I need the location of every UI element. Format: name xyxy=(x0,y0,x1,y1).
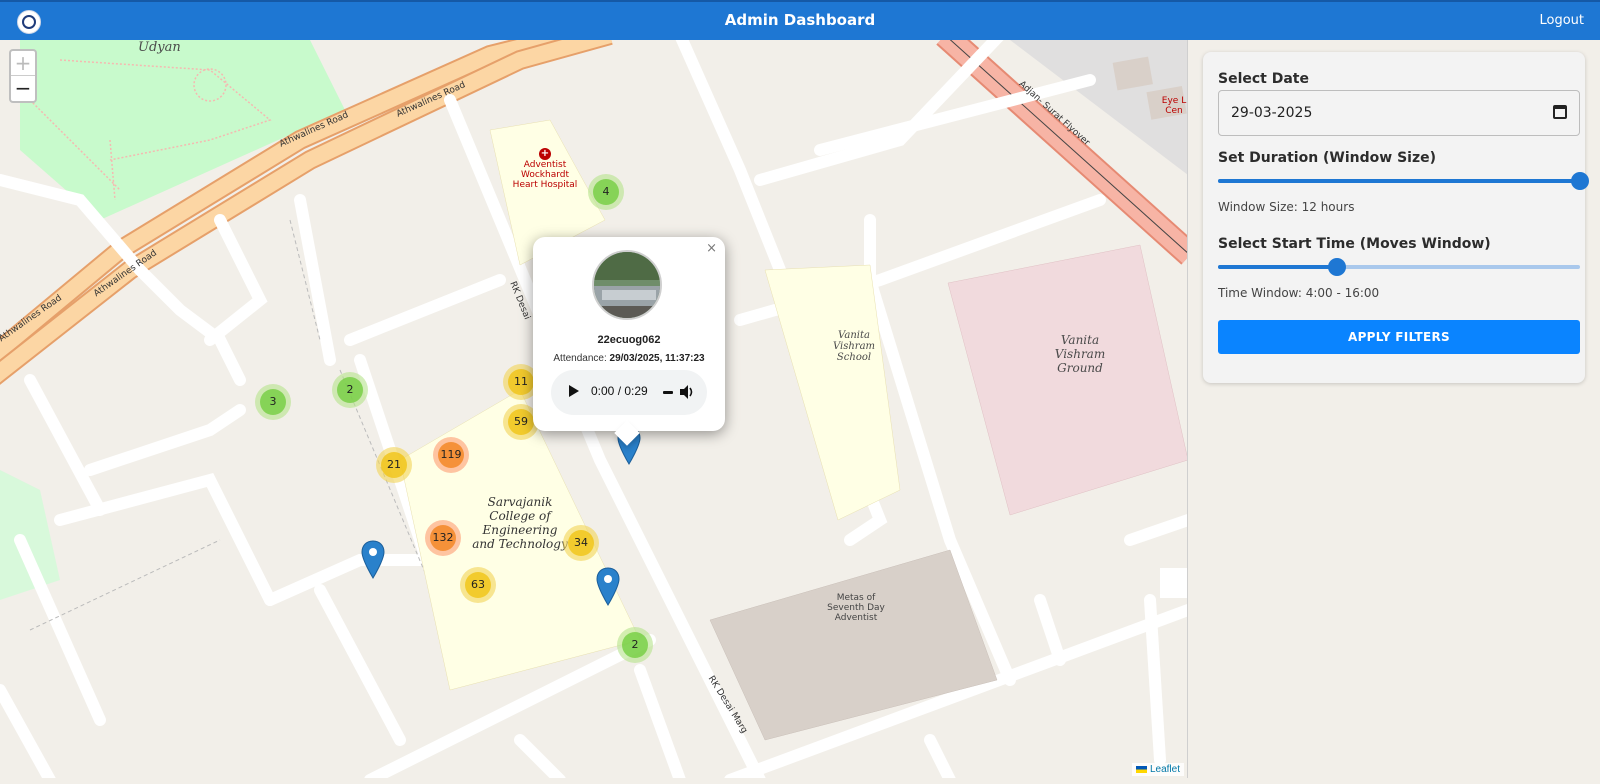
top-app-bar: Admin Dashboard Logout xyxy=(0,0,1600,40)
zoom-out-button[interactable]: − xyxy=(11,76,35,101)
leaflet-link[interactable]: Leaflet xyxy=(1150,764,1180,775)
attendance-photo xyxy=(592,250,662,320)
window-size-text: Window Size: 12 hours xyxy=(1218,200,1355,214)
marker-cluster[interactable]: 132 xyxy=(425,520,461,556)
start-time-slider-thumb[interactable] xyxy=(1328,258,1346,276)
zoom-control: + − xyxy=(9,49,37,103)
duration-slider[interactable] xyxy=(1218,172,1589,190)
marker-cluster[interactable]: 119 xyxy=(433,437,469,473)
udyan-label: Udyan xyxy=(138,40,181,55)
audio-time: 0:00 / 0:29 xyxy=(591,384,648,398)
duration-label: Set Duration (Window Size) xyxy=(1218,150,1437,166)
filter-panel: Select Date 29-03-2025 Set Duration (Win… xyxy=(1203,52,1589,383)
attendance-popup: × 22ecuog062 Attendance: 29/03/2025, 11:… xyxy=(533,237,725,446)
metas-label: Metas of Seventh Day Adventist xyxy=(827,593,885,623)
marker-cluster[interactable]: 3 xyxy=(255,384,291,420)
marker-cluster[interactable]: 63 xyxy=(460,567,496,603)
audio-player[interactable]: 0:00 / 0:29 xyxy=(551,370,707,415)
hospital-label: Adventist Wockhardt Heart Hospital xyxy=(512,160,578,190)
college-label: Sarvajanik College of Engineering and Te… xyxy=(472,495,568,551)
zoom-in-button[interactable]: + xyxy=(11,51,35,76)
map-pin-icon[interactable] xyxy=(595,567,621,607)
eye-center-label: Eye L Cen xyxy=(1161,96,1187,116)
map-attribution[interactable]: Leaflet xyxy=(1131,763,1184,776)
marker-cluster[interactable]: 2 xyxy=(617,627,653,663)
hospital-icon: + xyxy=(539,148,551,160)
volume-icon[interactable] xyxy=(679,384,695,400)
marker-cluster[interactable]: 34 xyxy=(563,525,599,561)
ground-label: Vanita Vishram Ground xyxy=(1054,333,1106,375)
apply-filters-button[interactable]: APPLY FILTERS xyxy=(1218,320,1580,354)
popup-attendance: Attendance: 29/03/2025, 11:37:23 xyxy=(553,353,705,364)
audio-progress[interactable] xyxy=(663,391,673,394)
hospital-poi: + Adventist Wockhardt Heart Hospital xyxy=(510,148,580,190)
calendar-icon[interactable] xyxy=(1553,105,1567,119)
date-input[interactable]: 29-03-2025 xyxy=(1218,90,1580,136)
ukraine-flag-icon xyxy=(1135,765,1147,773)
start-time-label: Select Start Time (Moves Window) xyxy=(1218,236,1491,252)
marker-cluster[interactable]: 2 xyxy=(332,372,368,408)
marker-cluster[interactable]: 4 xyxy=(588,174,624,210)
logout-button[interactable]: Logout xyxy=(1539,13,1584,28)
page-title: Admin Dashboard xyxy=(724,11,876,29)
start-time-slider[interactable] xyxy=(1218,258,1580,276)
school-label: Vanita Vishram School xyxy=(832,330,876,363)
marker-cluster[interactable]: 21 xyxy=(376,447,412,483)
popup-user-id: 22ecuog062 xyxy=(597,334,661,346)
time-window-text: Time Window: 4:00 - 16:00 xyxy=(1218,286,1380,300)
popup-close-button[interactable]: × xyxy=(706,241,717,256)
play-icon[interactable] xyxy=(569,385,579,397)
map-pin-icon[interactable] xyxy=(360,540,386,580)
duration-slider-thumb[interactable] xyxy=(1571,172,1589,190)
date-label: Select Date xyxy=(1218,71,1309,87)
